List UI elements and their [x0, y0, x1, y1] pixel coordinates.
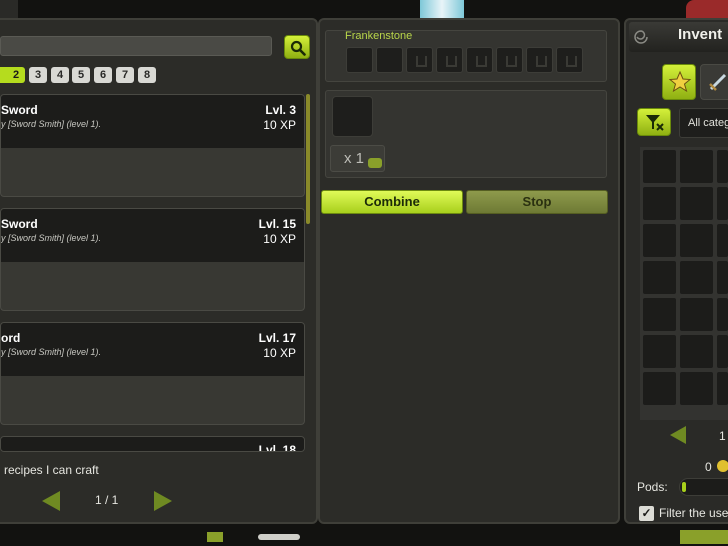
arrow-left-icon[interactable]: [668, 424, 688, 446]
inventory-tab-favorites[interactable]: [662, 64, 696, 100]
page-button-7[interactable]: 7: [116, 67, 134, 83]
recipe-xp: 10 XP: [263, 232, 296, 246]
sword-icon: [709, 73, 727, 91]
inventory-slot[interactable]: [680, 187, 713, 220]
recipe-scrollbar[interactable]: [306, 94, 310, 224]
pods-label: Pods:: [637, 480, 668, 494]
ingredient-slot-locked: [436, 47, 463, 73]
ingredient-title: Frankenstone: [345, 30, 413, 42]
inventory-slot[interactable]: [717, 298, 728, 331]
inventory-slot[interactable]: [643, 150, 676, 183]
bottom-decoration: [258, 534, 300, 540]
category-select[interactable]: All categ: [679, 108, 728, 138]
bottom-decoration: [680, 530, 728, 544]
recipe-name: Sword: [1, 103, 38, 117]
inventory-slot[interactable]: [643, 261, 676, 294]
recipe-xp: 10 XP: [263, 118, 296, 132]
page-button-4[interactable]: 4: [51, 67, 69, 83]
inventory-slot[interactable]: [643, 335, 676, 368]
swirl-ornament-icon: [634, 30, 648, 44]
ingredient-slot[interactable]: [376, 47, 403, 73]
ingredient-slot-locked: [466, 47, 493, 73]
inventory-slot[interactable]: [717, 150, 728, 183]
recipe-pager-text: 1 / 1: [95, 493, 119, 507]
recipe-card[interactable]: Sword y [Sword Smith] (level 1). Lvl. 3 …: [0, 94, 305, 197]
inventory-slot[interactable]: [643, 224, 676, 257]
top-decoration-banner: [420, 0, 464, 18]
inventory-slot[interactable]: [680, 224, 713, 257]
inventory-slot[interactable]: [680, 150, 713, 183]
ingredient-slot-locked: [496, 47, 523, 73]
recipe-description: y [Sword Smith] (level 1).: [1, 233, 102, 243]
arrow-left-icon[interactable]: [40, 489, 62, 513]
recipe-card[interactable]: Lvl. 18: [0, 436, 305, 452]
recipe-xp: 10 XP: [263, 346, 296, 360]
result-slot[interactable]: [332, 96, 373, 137]
recipe-card[interactable]: ord y [Sword Smith] (level 1). Lvl. 17 1…: [0, 322, 305, 425]
search-icon: [290, 40, 306, 56]
check-icon[interactable]: ✓: [639, 506, 654, 521]
inventory-title: Invent: [678, 26, 723, 43]
page-button-3[interactable]: 3: [29, 67, 47, 83]
recipe-name: ord: [1, 331, 21, 345]
recipe-name: Sword: [1, 217, 38, 231]
filter-icon: [646, 115, 664, 131]
recipe-card[interactable]: Sword y [Sword Smith] (level 1). Lvl. 15…: [0, 208, 305, 311]
filter-button[interactable]: [637, 108, 671, 136]
stop-button[interactable]: Stop: [466, 190, 608, 214]
pods-bar: [679, 478, 728, 496]
recipe-description: y [Sword Smith] (level 1).: [1, 119, 102, 129]
combine-button[interactable]: Combine: [321, 190, 463, 214]
kamas-coin-icon: [717, 460, 728, 472]
kamas-value: 0: [705, 460, 712, 474]
page-button-5[interactable]: 5: [72, 67, 90, 83]
recipe-level: Lvl. 15: [258, 217, 296, 231]
inventory-page-number: 1: [719, 429, 726, 443]
pods-bar-fill: [682, 482, 686, 492]
inventory-slot[interactable]: [717, 187, 728, 220]
recipe-description: y [Sword Smith] (level 1).: [1, 347, 102, 357]
arrow-right-icon[interactable]: [152, 489, 174, 513]
page-button-6[interactable]: 6: [94, 67, 112, 83]
top-decoration-badge: [686, 0, 728, 20]
ingredient-slot[interactable]: [346, 47, 373, 73]
bottom-decoration: [207, 532, 223, 542]
top-decoration: [0, 0, 18, 18]
inventory-slot[interactable]: [643, 298, 676, 331]
recipe-level: Lvl. 17: [258, 331, 296, 345]
search-button[interactable]: [284, 35, 310, 59]
inventory-tab-equipment[interactable]: [700, 64, 728, 100]
recipe-level: Lvl. 18: [258, 443, 296, 452]
quantity-value: x 1: [344, 150, 365, 167]
inventory-slot[interactable]: [680, 335, 713, 368]
page-button-8[interactable]: 8: [138, 67, 156, 83]
recipe-level: Lvl. 3: [265, 103, 296, 117]
filter-usable-label[interactable]: Filter the use: [659, 506, 728, 520]
inventory-slot[interactable]: [717, 335, 728, 368]
inventory-slot[interactable]: [680, 372, 713, 405]
page-button-2[interactable]: 2: [7, 67, 25, 83]
quantity-edit-icon[interactable]: [368, 158, 382, 168]
ingredient-slot-locked: [526, 47, 553, 73]
inventory-slot[interactable]: [643, 372, 676, 405]
inventory-slot[interactable]: [643, 187, 676, 220]
recipe-search-input[interactable]: [0, 36, 272, 56]
inventory-slot[interactable]: [717, 261, 728, 294]
ingredient-slot-locked: [556, 47, 583, 73]
inventory-slot[interactable]: [717, 372, 728, 405]
ingredient-slot-locked: [406, 47, 433, 73]
star-icon: [668, 70, 692, 93]
craftable-filter-label[interactable]: recipes I can craft: [4, 463, 99, 477]
inventory-slot[interactable]: [680, 261, 713, 294]
inventory-slot[interactable]: [717, 224, 728, 257]
inventory-slot[interactable]: [680, 298, 713, 331]
